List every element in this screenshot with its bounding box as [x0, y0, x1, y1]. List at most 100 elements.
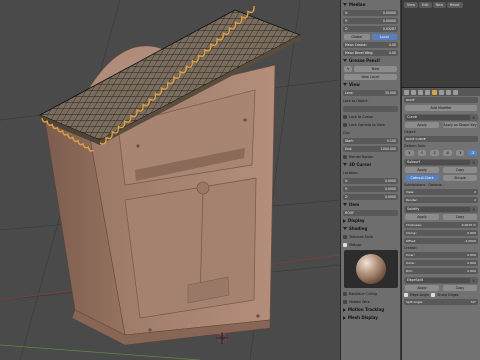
solidify-apply-button[interactable]: Apply — [405, 214, 439, 220]
y-axis-line — [0, 344, 201, 360]
mean-crease-field[interactable]: Mean Crease: 0.00 — [343, 41, 398, 48]
expand-triangle-icon — [343, 3, 347, 6]
scene-icon[interactable] — [411, 89, 416, 95]
material-icon[interactable] — [446, 89, 451, 95]
thickness-field[interactable]: Thickness: 0.0015 m — [404, 222, 478, 228]
curve-apply-button[interactable]: Apply — [405, 122, 439, 128]
render-border-checkbox[interactable]: Render Border — [341, 153, 400, 160]
subsurf-apply-button[interactable]: Apply — [405, 167, 439, 173]
modifier-wrench-icon[interactable] — [432, 89, 437, 95]
median-z-field[interactable]: Z: 0.03287 — [343, 25, 398, 32]
clip-label: Clip: — [343, 130, 351, 135]
matcap-preview[interactable] — [344, 250, 398, 288]
matcap-sphere — [356, 254, 386, 284]
object-icon[interactable] — [425, 89, 430, 95]
sharp-edges-checkbox[interactable]: Sharp Edges — [431, 293, 459, 297]
median-y-field[interactable]: Y: 0.00000 — [343, 17, 398, 24]
axis-y-button[interactable]: Y — [417, 150, 427, 156]
lock-to-object-label: Lock to Object: — [343, 98, 369, 103]
lock-object-field[interactable] — [343, 105, 398, 112]
motion-tracking-header[interactable]: Motion Tracking — [341, 306, 400, 313]
context-icon-bar — [402, 88, 480, 96]
options-label: Options: — [428, 183, 443, 187]
close-icon[interactable]: × — [472, 115, 476, 120]
curve-object-field[interactable]: ROOF CURVE — [404, 136, 478, 142]
subsurf-render-field[interactable]: Render: 2 — [404, 197, 478, 203]
offset-field[interactable]: Offset: -1.0000 — [404, 238, 478, 244]
lock-camera-checkbox[interactable]: Lock Camera to View — [341, 121, 400, 128]
data-icon[interactable] — [439, 89, 444, 95]
split-angle-field[interactable]: Split Angle: 30° — [404, 299, 478, 305]
hidden-wire-checkbox[interactable]: Hidden Wire — [341, 298, 400, 305]
clip-end-field[interactable]: End: 1000.000 — [343, 145, 398, 152]
blender-window: Median X: 0.00000 Y: 0.00000 Z: 0.03287 Glo… — [0, 0, 480, 360]
close-icon[interactable]: × — [472, 278, 476, 283]
edgesplit-copy-button[interactable]: Copy — [443, 285, 477, 291]
axis-negz-button[interactable]: -Z — [468, 150, 478, 156]
axis-x-button[interactable]: X — [405, 150, 414, 156]
edgesplit-apply-button[interactable]: Apply — [405, 285, 439, 291]
object-name-field[interactable]: ROOF — [404, 97, 478, 103]
lock-to-cursor-checkbox[interactable]: Lock to Cursor — [341, 113, 400, 120]
matcap-checkbox[interactable]: Matcap — [341, 241, 400, 248]
cursor-location-label: Location: — [343, 170, 359, 175]
close-icon[interactable]: × — [472, 207, 476, 212]
grease-icon[interactable]: ✎ — [344, 65, 352, 72]
new-layer-button[interactable]: New Layer — [344, 73, 397, 80]
solidify-copy-button[interactable]: Copy — [443, 214, 477, 220]
subdivisions-label: Subdivisions: — [404, 183, 427, 187]
grease-pencil-header[interactable]: Grease Pencil — [341, 57, 400, 64]
curve-modifier-header[interactable]: Curve × — [404, 114, 478, 121]
cursor-z-field[interactable]: Z: 0.0000 — [343, 193, 398, 200]
inner-field[interactable]: Inner: 0.000 — [404, 252, 478, 258]
tab-view[interactable]: View — [404, 2, 419, 8]
item-name-field[interactable]: ROOF — [343, 209, 398, 216]
apply-as-shape-button[interactable]: Apply as Shape Key — [443, 122, 477, 128]
axis-z-button[interactable]: Z — [430, 150, 440, 156]
backface-culling-checkbox[interactable]: Backface Culling — [341, 290, 400, 297]
display-header[interactable]: Display — [341, 217, 400, 224]
outer-field[interactable]: Outer: 0.000 — [404, 260, 478, 266]
edge-angle-checkbox[interactable]: Edge Angle — [404, 293, 429, 297]
tab-reset[interactable]: Reset — [447, 2, 463, 8]
median-x-field[interactable]: X: 0.00000 — [343, 9, 398, 16]
item-header[interactable]: Item — [341, 201, 400, 208]
world-icon[interactable] — [418, 89, 423, 95]
render-icon[interactable] — [404, 89, 409, 95]
axis-negy-button[interactable]: -Y — [455, 150, 465, 156]
textured-solid-checkbox[interactable]: Textured Solid — [341, 233, 400, 240]
catmull-clark-button[interactable]: Catmull-Clark — [405, 175, 439, 181]
tab-new[interactable]: New — [432, 2, 447, 8]
solidify-modifier-header[interactable]: Solidify × — [404, 206, 478, 213]
outliner-area: View Edit New Reset — [402, 0, 480, 88]
subsurf-copy-button[interactable]: Copy — [443, 167, 477, 173]
cursor-x-field[interactable]: X: 0.0000 — [343, 177, 398, 184]
3d-cursor-header[interactable]: 3D Cursor — [341, 161, 400, 168]
viewport-scene — [0, 0, 340, 360]
clip-start-field[interactable]: Start: 0.100 — [343, 137, 398, 144]
subsurf-modifier-header[interactable]: Subsurf × — [404, 159, 478, 166]
local-button[interactable]: Local — [371, 33, 397, 40]
subsurf-view-field[interactable]: View: 2 — [404, 189, 478, 195]
lens-field[interactable]: Lens: 35.000 — [343, 89, 398, 96]
clamp-field[interactable]: Clamp: 0.000 — [404, 230, 478, 236]
simple-button[interactable]: Simple — [443, 175, 477, 181]
tab-edit[interactable]: Edit — [419, 2, 432, 8]
properties-editor: View Edit New Reset ROOF Add Modifier Cu… — [401, 0, 480, 360]
view-header[interactable]: View — [341, 81, 400, 88]
mean-bevel-field[interactable]: Mean Bevel Weig: 0.00 — [343, 49, 398, 56]
grease-new-button[interactable]: New — [354, 65, 397, 72]
mesh-display-header[interactable]: Mesh Display — [341, 314, 400, 321]
properties-sidebar: Median X: 0.00000 Y: 0.00000 Z: 0.03287 Glo… — [340, 0, 400, 360]
edgesplit-modifier-header[interactable]: EdgeSplit × — [404, 277, 478, 284]
rim-field[interactable]: Rim: 0.000 — [404, 268, 478, 274]
texture-icon[interactable] — [453, 89, 458, 95]
close-icon[interactable]: × — [472, 160, 476, 165]
cursor-y-field[interactable]: Y: 0.0000 — [343, 185, 398, 192]
add-modifier-dropdown[interactable]: Add Modifier — [405, 105, 477, 111]
median-header[interactable]: Median — [341, 1, 400, 8]
shading-header[interactable]: Shading — [341, 225, 400, 232]
axis-negx-button[interactable]: -X — [443, 150, 452, 156]
3d-viewport[interactable] — [0, 0, 340, 360]
global-button[interactable]: Global — [344, 33, 370, 40]
